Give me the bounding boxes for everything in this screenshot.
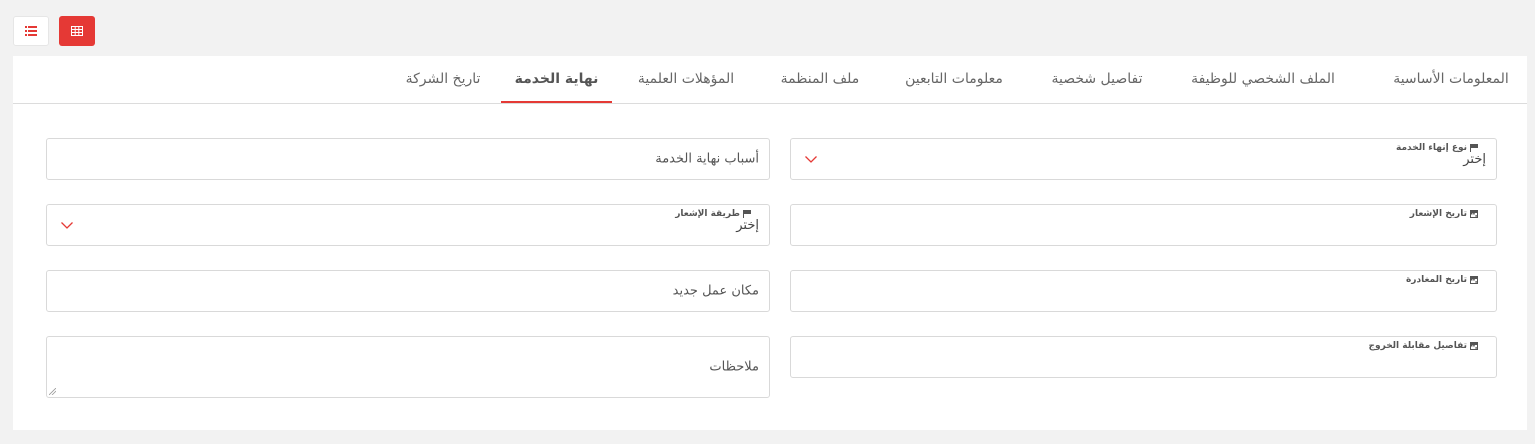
departure-date-label: تاريخ المغادرة xyxy=(1406,275,1478,285)
notes-placeholder: ملاحظات xyxy=(709,359,759,375)
notice-method-value: إختر xyxy=(736,218,759,233)
termination-type-value: إختر xyxy=(1463,152,1486,167)
tab-dependents[interactable]: معلومات التابعين xyxy=(891,56,1017,103)
end-reasons-placeholder: أسباب نهاية الخدمة xyxy=(655,151,759,167)
chevron-down-icon xyxy=(805,156,817,163)
calendar-icon xyxy=(1470,276,1478,284)
tab-organization-file[interactable]: ملف المنظمة xyxy=(771,56,869,103)
departure-date-input[interactable]: تاريخ المغادرة xyxy=(790,270,1497,312)
list-view-button[interactable] xyxy=(13,16,49,46)
notes-textarea[interactable]: ملاحظات xyxy=(46,336,770,398)
employee-form-card: المعلومات الأساسية الملف الشخصي للوظيفة … xyxy=(13,56,1527,430)
tab-job-profile[interactable]: الملف الشخصي للوظيفة xyxy=(1181,56,1345,103)
tab-personal-details[interactable]: تفاصيل شخصية xyxy=(1039,56,1155,103)
new-workplace-input[interactable]: مكان عمل جديد xyxy=(46,270,770,312)
flag-icon xyxy=(743,210,751,218)
termination-type-select[interactable]: نوع إنهاء الخدمة إختر xyxy=(790,138,1497,180)
notice-date-label: تاريخ الإشعار xyxy=(1410,209,1478,219)
tab-qualifications[interactable]: المؤهلات العلمية xyxy=(624,56,748,103)
list-icon xyxy=(25,26,37,36)
notice-method-select[interactable]: طريقة الإشعار إختر xyxy=(46,204,770,246)
calendar-icon xyxy=(1470,210,1478,218)
resize-handle-icon[interactable] xyxy=(49,388,56,395)
grid-view-button[interactable] xyxy=(59,16,95,46)
chevron-down-icon xyxy=(61,222,73,229)
grid-icon xyxy=(71,26,83,36)
tab-bar: المعلومات الأساسية الملف الشخصي للوظيفة … xyxy=(13,56,1527,104)
notice-date-input[interactable]: تاريخ الإشعار xyxy=(790,204,1497,246)
calendar-icon xyxy=(1470,342,1478,350)
flag-icon xyxy=(1470,144,1478,152)
exit-interview-input[interactable]: تفاصيل مقابلة الخروج xyxy=(790,336,1497,378)
tab-company-history[interactable]: تاريخ الشركة xyxy=(398,56,488,103)
tab-basic-info[interactable]: المعلومات الأساسية xyxy=(1375,56,1527,103)
end-reasons-input[interactable]: أسباب نهاية الخدمة xyxy=(46,138,770,180)
tab-end-of-service[interactable]: نهاية الخدمة xyxy=(501,56,612,103)
view-toggles xyxy=(13,16,95,46)
new-workplace-placeholder: مكان عمل جديد xyxy=(672,283,759,299)
exit-interview-label: تفاصيل مقابلة الخروج xyxy=(1369,341,1478,351)
